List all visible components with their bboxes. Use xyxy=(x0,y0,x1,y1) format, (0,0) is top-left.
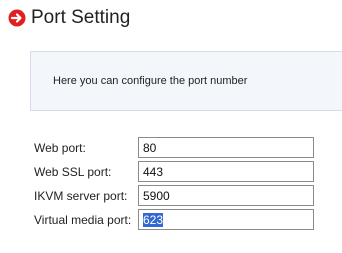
web-ssl-port-label: Web SSL port: xyxy=(34,165,112,179)
ikvm-server-port-input[interactable] xyxy=(138,185,314,206)
arrow-right-circle-icon xyxy=(8,9,26,27)
web-port-input[interactable] xyxy=(138,137,314,158)
page-header: Port Setting xyxy=(8,7,130,29)
web-port-label: Web port: xyxy=(34,141,86,155)
ikvm-server-port-label: IKVM server port: xyxy=(34,189,128,203)
virtual-media-port-label: Virtual media port: xyxy=(34,213,132,227)
virtual-media-port-input[interactable] xyxy=(138,209,314,230)
web-ssl-port-input[interactable] xyxy=(138,161,314,182)
info-panel: Here you can configure the port number xyxy=(30,51,342,111)
page-title: Port Setting xyxy=(31,7,131,28)
info-text: Here you can configure the port number xyxy=(53,75,248,87)
